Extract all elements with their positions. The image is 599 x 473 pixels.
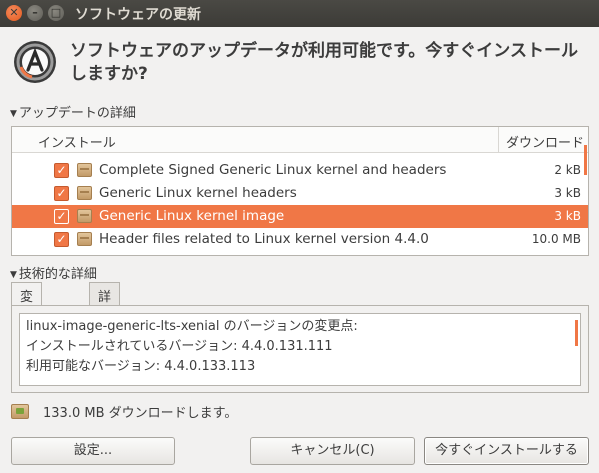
tab-panel: linux-image-generic-lts-xenial のバージョンの変更… xyxy=(11,305,589,393)
column-separator xyxy=(498,127,499,153)
update-name: Generic Linux kernel headers xyxy=(99,185,297,201)
expander-arrow-icon: ▼ xyxy=(10,109,17,119)
update-checkbox[interactable]: ✓ xyxy=(54,186,69,201)
update-size: 3 kB xyxy=(554,209,581,223)
changelog-line: インストールされているバージョン: 4.4.0.131.111 xyxy=(26,339,333,354)
update-checkbox[interactable]: ✓ xyxy=(54,163,69,178)
update-details-label: アップデートの詳細 xyxy=(18,106,136,121)
update-row[interactable]: ✓ Header files related to Linux kernel ve… xyxy=(12,228,588,251)
update-size: 10.0 MB xyxy=(531,232,581,246)
headline: ソフトウェアのアップデータが利用可能です。今すぐインストールしますか? xyxy=(70,41,578,84)
update-checkbox[interactable]: ✓ xyxy=(54,209,69,224)
update-list[interactable]: インストール ダウンロード ✓ Complete Signed Generic L… xyxy=(11,126,589,256)
update-row[interactable]: ✓ Generic Linux kernel image 3 kB xyxy=(12,205,588,228)
download-summary: 133.0 MB ダウンロードします。 xyxy=(43,406,238,421)
changelog-line: 利用可能なバージョン: 4.4.0.133.113 xyxy=(26,359,256,374)
window-titlebar: ✕ – □ ソフトウェアの更新 xyxy=(0,0,599,27)
update-list-header: インストール ダウンロード xyxy=(12,127,588,153)
column-download[interactable]: ダウンロード xyxy=(506,132,584,151)
package-icon xyxy=(77,186,92,200)
update-list-scrollbar[interactable] xyxy=(584,145,587,175)
update-checkbox[interactable]: ✓ xyxy=(54,232,69,247)
window-title: ソフトウェアの更新 xyxy=(75,7,201,23)
update-name: Generic Linux kernel image xyxy=(99,208,285,224)
expander-arrow-icon: ▼ xyxy=(10,270,17,280)
tab-details[interactable]: 詳細 xyxy=(89,282,121,324)
update-size: 3 kB xyxy=(554,186,581,200)
update-row[interactable]: ✓ Complete Signed Generic Linux kernel an… xyxy=(12,159,588,182)
update-name: Header files related to Linux kernel ver… xyxy=(99,231,429,247)
package-icon xyxy=(77,232,92,246)
close-icon[interactable]: ✕ xyxy=(6,5,22,21)
update-row[interactable]: ✓ Generic Linux kernel headers 3 kB xyxy=(12,182,588,205)
update-name: Complete Signed Generic Linux kernel and… xyxy=(99,162,447,178)
column-install[interactable]: インストール xyxy=(38,132,116,151)
cancel-button[interactable]: キャンセル(C) xyxy=(250,437,415,465)
changelog-line: linux-image-generic-lts-xenial のバージョンの変更… xyxy=(26,319,358,334)
update-size: 2 kB xyxy=(554,163,581,177)
minimize-icon[interactable]: – xyxy=(27,5,43,21)
settings-button[interactable]: 設定... xyxy=(11,437,175,465)
technical-details-label: 技術的な詳細 xyxy=(18,267,97,282)
install-now-button[interactable]: 今すぐインストールする xyxy=(424,437,589,465)
list-bottom-divider xyxy=(12,255,588,256)
update-details-expander[interactable]: ▼ アップデートの詳細 xyxy=(10,102,136,121)
maximize-icon[interactable]: □ xyxy=(48,5,64,21)
package-icon xyxy=(77,163,92,177)
tab-changes[interactable]: 変更箇所 xyxy=(11,282,43,362)
download-package-icon xyxy=(11,404,29,419)
changelog-view[interactable]: linux-image-generic-lts-xenial のバージョンの変更… xyxy=(19,313,581,386)
software-updater-icon xyxy=(14,41,56,83)
technical-details-expander[interactable]: ▼ 技術的な詳細 xyxy=(10,263,97,282)
package-icon xyxy=(77,209,92,223)
changelog-scrollbar[interactable] xyxy=(575,320,578,346)
